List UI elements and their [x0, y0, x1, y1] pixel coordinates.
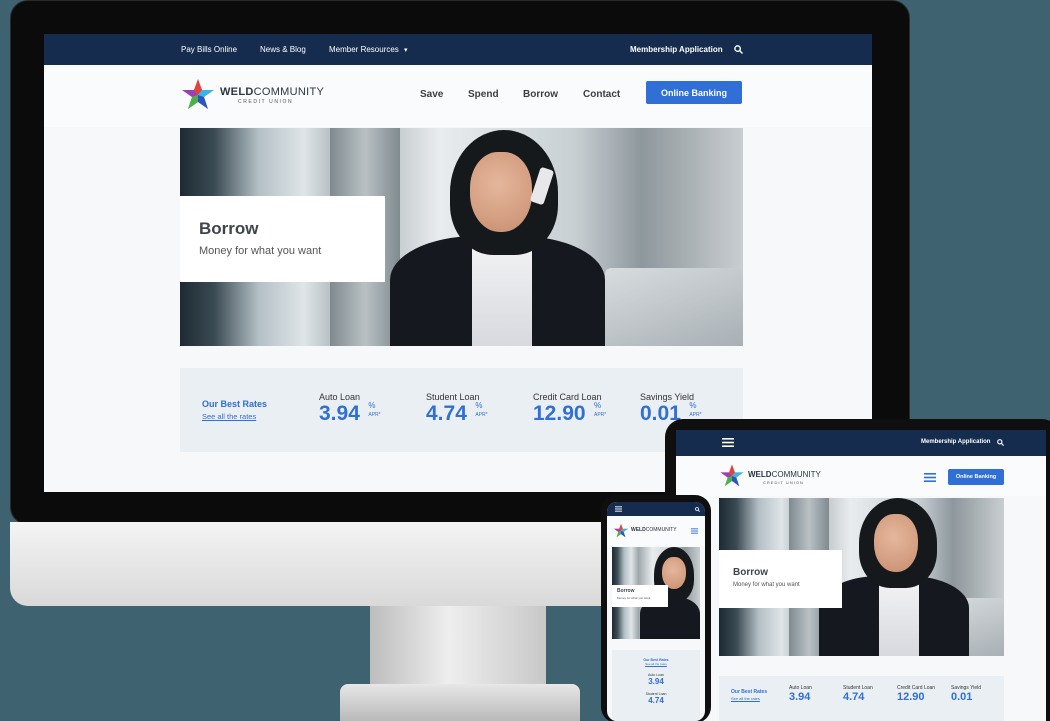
- rate-unit: % APR*: [368, 401, 381, 419]
- nav-borrow[interactable]: Borrow: [523, 89, 558, 100]
- tablet-online-banking-button[interactable]: Online Banking: [948, 469, 1004, 485]
- rate-auto-loan: Auto Loan 3.94: [789, 685, 812, 703]
- online-banking-button[interactable]: Online Banking: [646, 81, 742, 104]
- topbar-link-news-blog[interactable]: News & Blog: [260, 45, 306, 54]
- phone-utility-bar: [607, 502, 705, 516]
- rate-savings-yield: Savings Yield 0.01: [951, 685, 981, 703]
- nav-contact[interactable]: Contact: [583, 89, 620, 100]
- tablet-hero-card: Borrow Money for what you want: [719, 550, 842, 608]
- hamburger-menu-icon[interactable]: [924, 473, 936, 482]
- rate-student-loan: Student Loan 4.74 % APR*: [426, 392, 488, 426]
- tablet-rates-strip: Our Best Rates See all the rates Auto Lo…: [719, 676, 1004, 721]
- tablet-hero-banner: Borrow Money for what you want: [719, 498, 1004, 656]
- topbar-link-pay-bills[interactable]: Pay Bills Online: [181, 45, 237, 54]
- brand-name-weld: WELD: [748, 470, 772, 479]
- rate-credit-card-loan: Credit Card Loan 12.90 % APR*: [533, 392, 606, 426]
- rates-heading: Our Best Rates: [731, 689, 768, 695]
- tablet-header: WELDCOMMUNITY CREDIT UNION Online Bankin…: [676, 456, 1046, 496]
- brand-name-weld: WELD: [631, 527, 646, 533]
- brand-subtitle: CREDIT UNION: [238, 99, 294, 105]
- rate-value: 3.94: [789, 691, 811, 703]
- tablet-membership-link[interactable]: Membership Application: [921, 439, 990, 445]
- brand-name-community: COMMUNITY: [253, 86, 325, 98]
- brand-name-community: COMMUNITY: [771, 470, 821, 479]
- hero-subtitle: Money for what you want: [733, 582, 800, 588]
- chevron-down-icon: ▾: [404, 47, 408, 54]
- hero-title: Borrow: [733, 567, 768, 578]
- rate-unit: % APR*: [475, 401, 488, 419]
- rates-heading: Our Best Rates: [202, 399, 268, 409]
- see-all-rates-link[interactable]: See all the rates: [202, 412, 256, 421]
- search-icon[interactable]: [695, 507, 700, 512]
- phone-hero-banner: Borrow Money for what you want: [612, 547, 700, 639]
- site-logo[interactable]: WELDCOMMUNITY CREDIT UNION: [180, 77, 324, 113]
- hero-banner: Borrow Money for what you want: [180, 128, 743, 346]
- hero-person-shirt: [879, 576, 919, 656]
- rate-unit: % APR*: [689, 401, 702, 419]
- tablet-logo[interactable]: WELDCOMMUNITY CREDIT UNION: [719, 463, 829, 489]
- star-logo-icon: [613, 523, 629, 538]
- member-resources-label: Member Resources: [329, 45, 399, 54]
- phone-screen: WELDCOMMUNITY Borrow Money for what you …: [607, 502, 705, 721]
- hamburger-menu-icon[interactable]: [722, 438, 734, 447]
- monitor-stand-base: [340, 684, 580, 721]
- rate-value: 3.94: [319, 402, 360, 425]
- brand-subtitle: CREDIT UNION: [763, 480, 804, 485]
- star-logo-icon: [182, 79, 214, 109]
- see-all-rates-link[interactable]: See all the rates: [612, 662, 700, 666]
- tablet-screen: Membership Application WELDCOMMUNITY CRE…: [676, 430, 1046, 721]
- hero-title: Borrow: [617, 588, 635, 594]
- rate-value: 4.74: [426, 402, 467, 425]
- rate-unit: % APR*: [594, 401, 607, 419]
- hero-person-face: [470, 152, 532, 232]
- phone-header: WELDCOMMUNITY: [607, 516, 705, 546]
- topbar-link-member-resources[interactable]: Member Resources ▾: [329, 45, 408, 54]
- hero-subtitle: Money for what you want: [617, 596, 651, 600]
- hamburger-menu-icon[interactable]: [615, 506, 622, 512]
- rate-auto-loan: Auto Loan 3.94 % APR*: [319, 392, 381, 426]
- site-header: WELDCOMMUNITY CREDIT UNION Save Spend Bo…: [44, 65, 872, 127]
- phone-rates-strip: Our Best Rates See all the rates Auto Lo…: [612, 650, 700, 721]
- rates-strip: Our Best Rates See all the rates Auto Lo…: [180, 368, 743, 452]
- monitor-stand-neck: [370, 606, 546, 688]
- rate-value: 4.74: [648, 696, 664, 705]
- star-logo-icon: [720, 464, 744, 487]
- search-icon[interactable]: [997, 439, 1004, 446]
- see-all-rates-link[interactable]: See all the rates: [731, 696, 760, 701]
- nav-save[interactable]: Save: [420, 89, 443, 100]
- rate-credit-card-loan: Credit Card Loan 12.90: [897, 685, 935, 703]
- brand-name-weld: WELD: [220, 86, 254, 98]
- tablet-utility-bar: Membership Application: [676, 430, 1046, 456]
- hero-card: Borrow Money for what you want: [180, 196, 385, 282]
- rate-value: 3.94: [648, 677, 664, 686]
- hero-subtitle: Money for what you want: [199, 245, 322, 257]
- phone-hero-card: Borrow Money for what you want: [612, 585, 668, 607]
- rate-value: 12.90: [897, 691, 925, 703]
- hero-laptop: [605, 268, 743, 346]
- membership-application-link[interactable]: Membership Application: [630, 45, 723, 54]
- hero-person-face: [874, 514, 918, 572]
- hero-title: Borrow: [199, 219, 259, 238]
- rate-student-loan: Student Loan 4.74: [843, 685, 873, 703]
- rate-value: 12.90: [533, 402, 586, 425]
- rate-value: 4.74: [843, 691, 865, 703]
- nav-spend[interactable]: Spend: [468, 89, 499, 100]
- rate-value: 0.01: [951, 691, 973, 703]
- utility-bar: Pay Bills Online News & Blog Member Reso…: [44, 34, 872, 65]
- hamburger-menu-icon[interactable]: [691, 528, 698, 534]
- search-icon[interactable]: [734, 45, 743, 54]
- brand-name-community: COMMUNITY: [645, 527, 677, 533]
